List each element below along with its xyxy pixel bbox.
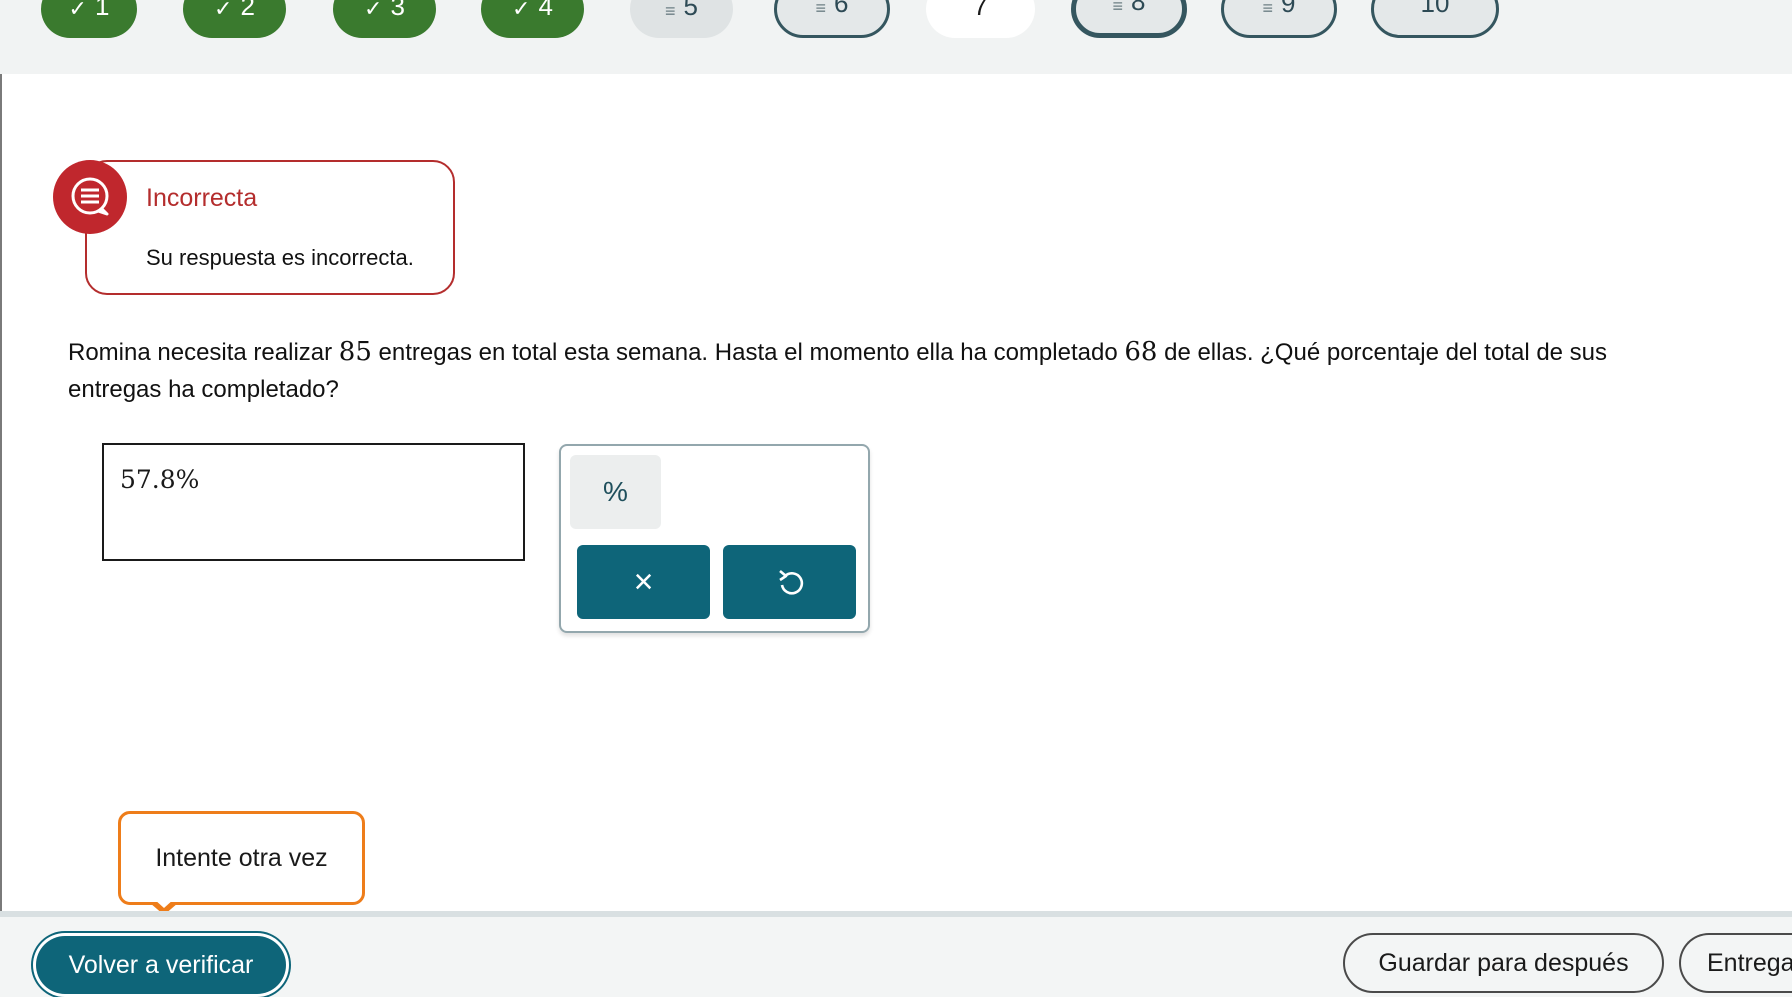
question-number: 1 xyxy=(94,0,110,21)
question-nav-button-1[interactable]: ✓ 1 xyxy=(41,0,137,38)
answer-value: 57.8% xyxy=(120,465,200,494)
question-number: 3 xyxy=(390,0,405,21)
percent-key[interactable]: % xyxy=(570,455,661,529)
question-total-number: 85 xyxy=(338,337,372,367)
question-done-number: 68 xyxy=(1124,337,1158,367)
question-number: 4 xyxy=(538,0,553,21)
question-navigation: ✓ 1 ✓ 2 ✓ 3 ✓ 4 ≡ 5 ≡ 6 7 ≡ 8 ≡ 9 10 xyxy=(0,0,1792,74)
list-icon: ≡ xyxy=(1262,0,1274,18)
feedback-chat-icon xyxy=(53,160,127,234)
question-part-3: de ellas. ¿Qué porcentaje del total de s… xyxy=(1157,339,1608,366)
question-text: Romina necesita realizar 85 entregas en … xyxy=(68,334,1792,408)
question-nav-button-3[interactable]: ✓ 3 xyxy=(333,0,436,38)
list-icon: ≡ xyxy=(815,0,827,18)
question-number: 9 xyxy=(1281,0,1296,18)
question-number: 7 xyxy=(973,0,988,21)
undo-icon xyxy=(778,570,803,595)
submit-button[interactable]: Entrega xyxy=(1679,933,1792,993)
question-number: 8 xyxy=(1131,0,1146,16)
question-line-2: entregas ha completado? xyxy=(68,376,339,403)
feedback-title: Incorrecta xyxy=(146,184,258,212)
question-nav-button-10[interactable]: 10 xyxy=(1371,0,1499,38)
chat-bubble-icon xyxy=(71,177,109,216)
question-nav-button-7[interactable]: 7 xyxy=(926,0,1035,38)
question-nav-button-4[interactable]: ✓ 4 xyxy=(481,0,584,38)
math-keypad: % × xyxy=(559,444,870,633)
list-icon: ≡ xyxy=(665,1,676,21)
question-number: 6 xyxy=(834,0,849,18)
feedback-message: Su respuesta es incorrecta. xyxy=(146,245,414,270)
question-nav-button-9[interactable]: ≡ 9 xyxy=(1221,0,1337,38)
question-part-2: entregas en total esta semana. Hasta el … xyxy=(371,339,1125,366)
check-icon: ✓ xyxy=(214,0,233,21)
question-line-1: Romina necesita realizar 85 entregas en … xyxy=(68,334,1792,371)
question-number: 5 xyxy=(683,0,698,21)
question-part-1: Romina necesita realizar xyxy=(68,339,339,366)
save-for-later-button[interactable]: Guardar para después xyxy=(1343,933,1664,993)
question-nav-button-6[interactable]: ≡ 6 xyxy=(774,0,890,38)
undo-button[interactable] xyxy=(723,545,856,619)
check-icon: ✓ xyxy=(512,0,531,21)
question-number: 10 xyxy=(1420,0,1450,18)
try-again-tooltip: Intente otra vez xyxy=(118,811,365,905)
clear-button[interactable]: × xyxy=(577,545,710,619)
question-number: 2 xyxy=(240,0,255,21)
question-nav-button-5[interactable]: ≡ 5 xyxy=(630,0,733,38)
close-icon: × xyxy=(633,562,654,601)
check-icon: ✓ xyxy=(68,0,87,21)
list-icon: ≡ xyxy=(1112,0,1124,16)
question-nav-button-2[interactable]: ✓ 2 xyxy=(183,0,286,38)
answer-input[interactable]: 57.8% xyxy=(102,443,525,561)
question-nav-button-8[interactable]: ≡ 8 xyxy=(1071,0,1187,38)
recheck-button[interactable]: Volver a verificar xyxy=(36,936,286,994)
feedback-card xyxy=(85,160,455,295)
left-border xyxy=(0,74,2,914)
check-icon: ✓ xyxy=(364,0,383,21)
